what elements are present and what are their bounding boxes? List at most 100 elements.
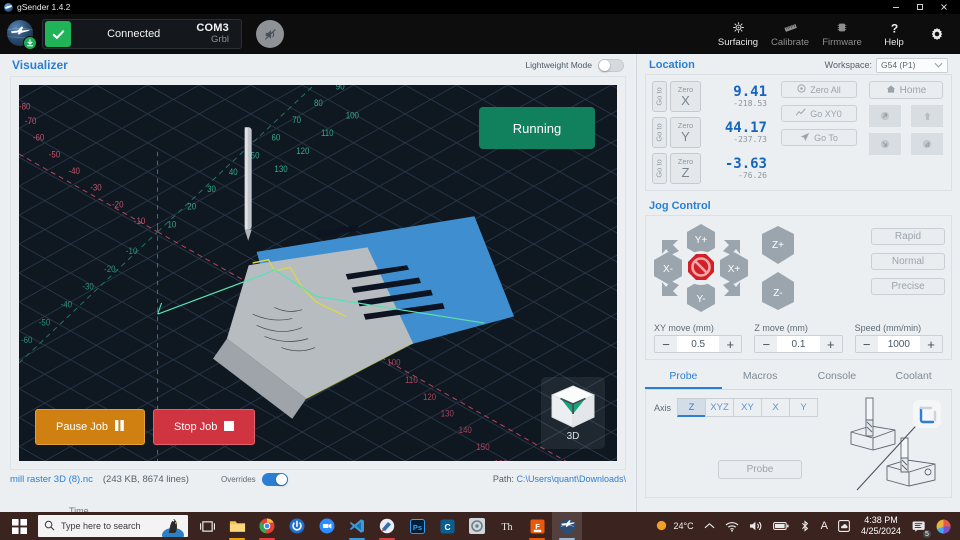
corner-top-left-icon[interactable] xyxy=(869,105,901,127)
onedrive-icon[interactable] xyxy=(833,512,855,540)
dro-x-work: 9.41 xyxy=(733,83,767,100)
probe-button[interactable]: Probe xyxy=(718,460,802,479)
file-meta: (243 KB, 8674 lines) xyxy=(102,473,189,485)
gear-icon[interactable] xyxy=(920,14,954,54)
workspace-select[interactable]: G54 (P1) xyxy=(876,57,948,73)
preset-precise-button[interactable]: Precise xyxy=(871,278,945,295)
svg-text:-20: -20 xyxy=(112,199,124,210)
goto-x-button[interactable]: Go to xyxy=(652,81,667,112)
probe-axis-y[interactable]: Y xyxy=(789,398,819,417)
jog-speed-presets: Rapid Normal Precise xyxy=(871,222,945,295)
tab-coolant[interactable]: Coolant xyxy=(875,366,952,389)
speed-value[interactable]: 1000 xyxy=(877,336,920,352)
corner-bottom-right-icon[interactable] xyxy=(911,133,943,155)
mute-icon[interactable] xyxy=(256,20,284,48)
notifications-icon[interactable]: 5 xyxy=(907,512,932,540)
go-xy0-button[interactable]: Go XY0 xyxy=(781,105,857,122)
tab-probe[interactable]: Probe xyxy=(645,366,722,389)
zoom-icon[interactable] xyxy=(312,512,342,540)
stop-job-button[interactable]: Stop Job xyxy=(152,409,256,445)
z-move-stepper[interactable]: − 0.1 + xyxy=(754,335,843,353)
chevron-up-icon[interactable] xyxy=(699,512,720,540)
photoshop-icon[interactable]: Ps xyxy=(402,512,432,540)
dro-y[interactable]: 44.17 -237.73 xyxy=(711,117,767,148)
overrides-control[interactable]: Overrides xyxy=(221,472,288,486)
minimize-icon[interactable] xyxy=(884,0,908,14)
xy-jog-pad: Y+ Y- X- X+ xyxy=(652,222,750,314)
probe-axis-xyz[interactable]: XYZ xyxy=(705,398,735,417)
dro-z[interactable]: -3.63 -76.26 xyxy=(711,153,767,184)
z-move-minus-button[interactable]: − xyxy=(755,336,778,352)
zero-z-button[interactable]: Zero Z xyxy=(670,153,701,184)
task-view-icon[interactable] xyxy=(192,512,222,540)
tab-macros[interactable]: Macros xyxy=(722,366,799,389)
pause-job-button[interactable]: Pause Job xyxy=(35,409,145,445)
probe-axis-x[interactable]: X xyxy=(761,398,791,417)
menu-item-help[interactable]: ? Help xyxy=(868,14,920,54)
corner-buttons xyxy=(869,105,943,155)
preset-normal-button[interactable]: Normal xyxy=(871,253,945,270)
xy-move-value[interactable]: 0.5 xyxy=(677,336,720,352)
svg-text:80: 80 xyxy=(314,98,323,109)
sun-icon xyxy=(655,519,668,534)
menu-item-calibrate[interactable]: Calibrate xyxy=(764,14,816,54)
probe-axis-xy[interactable]: XY xyxy=(733,398,763,417)
corner-top-right-icon[interactable] xyxy=(911,105,943,127)
chrome-icon[interactable] xyxy=(252,512,282,540)
file-name[interactable]: mill raster 3D (8).nc xyxy=(10,474,93,485)
bluetooth-icon[interactable] xyxy=(794,512,816,540)
view-cube-widget[interactable]: 3D xyxy=(541,377,605,449)
go-to-button[interactable]: Go To xyxy=(781,129,857,146)
zero-x-button[interactable]: Zero X xyxy=(670,81,701,112)
lightweight-mode-toggle[interactable] xyxy=(598,58,624,72)
menu-item-surfacing[interactable]: Surfacing xyxy=(712,14,764,54)
search-input[interactable]: Type here to search xyxy=(38,515,188,537)
speed-plus-button[interactable]: + xyxy=(919,336,942,352)
3d-canvas[interactable]: 10 20 30 40 50 60 70 80 90 100 110 120 130 xyxy=(19,85,617,461)
vscode-icon[interactable] xyxy=(342,512,372,540)
obs-icon[interactable] xyxy=(462,512,492,540)
dro-x[interactable]: 9.41 -218.53 xyxy=(711,81,767,112)
tray-colorful-icon[interactable] xyxy=(931,512,956,540)
xy-move-plus-button[interactable]: + xyxy=(719,336,742,352)
overrides-toggle[interactable] xyxy=(261,472,288,486)
gsender-icon[interactable] xyxy=(552,512,582,540)
goto-y-button[interactable]: Go to xyxy=(652,117,667,148)
file-explorer-icon[interactable] xyxy=(222,512,252,540)
power-icon[interactable] xyxy=(282,512,312,540)
speed-stepper[interactable]: − 1000 + xyxy=(854,335,943,353)
zero-y-button[interactable]: Zero Y xyxy=(670,117,701,148)
xy-move-stepper[interactable]: − 0.5 + xyxy=(654,335,743,353)
goto-z-button[interactable]: Go to xyxy=(652,153,667,184)
menu-item-firmware[interactable]: Firmware xyxy=(816,14,868,54)
fusion360-icon[interactable]: F xyxy=(522,512,552,540)
z-move-value[interactable]: 0.1 xyxy=(777,336,820,352)
svg-text:-50: -50 xyxy=(39,317,51,328)
windows-start-icon[interactable] xyxy=(0,512,38,540)
thingiverse-icon[interactable]: Th xyxy=(492,512,522,540)
wifi-icon[interactable] xyxy=(720,512,744,540)
zero-all-button[interactable]: Zero All xyxy=(781,81,857,98)
corner-bottom-left-icon[interactable] xyxy=(869,133,901,155)
preset-rapid-button[interactable]: Rapid xyxy=(871,228,945,245)
weather-widget[interactable]: 24°C xyxy=(650,512,699,540)
close-icon[interactable] xyxy=(932,0,956,14)
home-button[interactable]: Home xyxy=(869,81,943,99)
tab-console[interactable]: Console xyxy=(799,366,876,389)
probe-axis-z[interactable]: Z xyxy=(677,398,707,417)
maximize-icon[interactable] xyxy=(908,0,932,14)
battery-icon[interactable] xyxy=(768,512,794,540)
speed-minus-button[interactable]: − xyxy=(855,336,878,352)
path-value[interactable]: C:\Users\quant\Downloads\ xyxy=(516,474,626,484)
z-move-plus-button[interactable]: + xyxy=(819,336,842,352)
xy-move-minus-button[interactable]: − xyxy=(655,336,677,352)
svg-text:110: 110 xyxy=(405,375,418,386)
goto-x-label: Go to xyxy=(655,87,664,106)
connection-status-bar[interactable]: Connected COM3 Grbl xyxy=(42,19,242,49)
lightweight-mode-control[interactable]: Lightweight Mode xyxy=(525,58,624,72)
paint-icon[interactable] xyxy=(372,512,402,540)
language-icon[interactable]: A xyxy=(816,512,833,540)
volume-icon[interactable] xyxy=(744,512,768,540)
cura-icon[interactable]: C xyxy=(432,512,462,540)
taskbar-clock[interactable]: 4:38 PM 4/25/2024 xyxy=(855,515,907,538)
